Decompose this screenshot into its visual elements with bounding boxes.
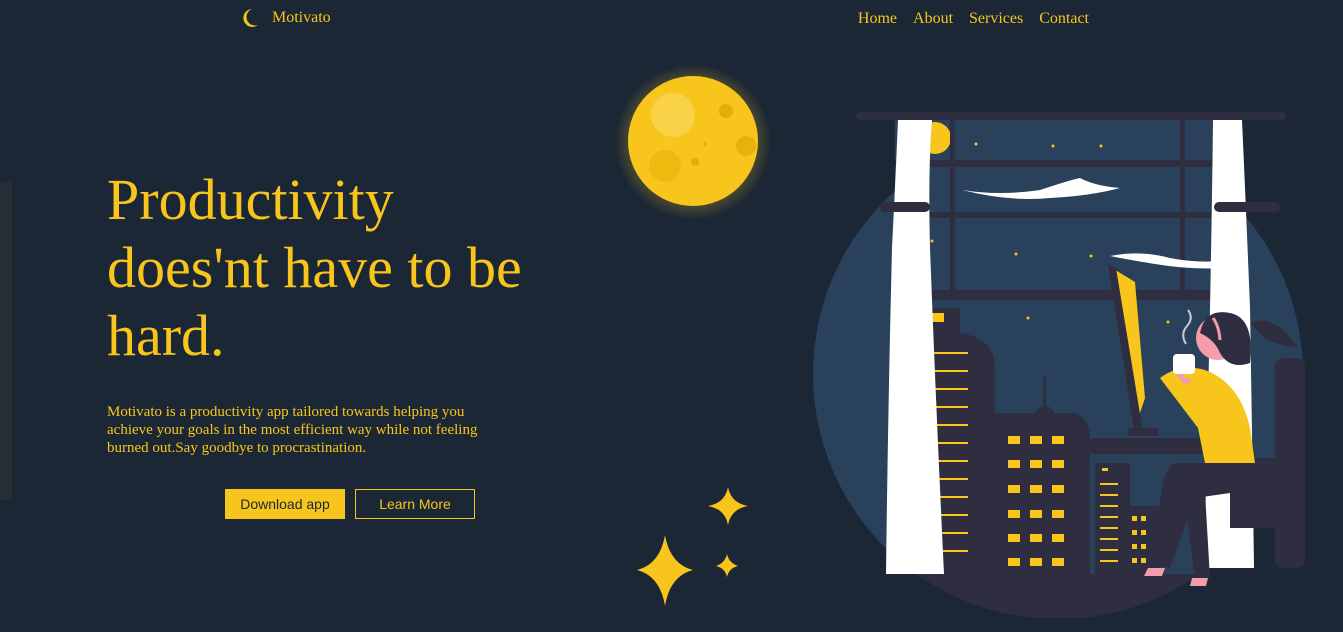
nav-links: Home About Services Contact [858, 10, 1089, 28]
hero-title: Productivity does'nt have to be hard. [107, 167, 522, 368]
left-edge-strip [0, 182, 12, 500]
moon-illustration [615, 64, 771, 220]
brand-name: Motivato [272, 9, 331, 26]
nav-link-about[interactable]: About [913, 10, 953, 28]
nav-link-home[interactable]: Home [858, 10, 897, 28]
sparkle-stars-illustration [637, 487, 748, 606]
hero-description: Motivato is a productivity app tailored … [107, 404, 478, 456]
nav-link-contact[interactable]: Contact [1039, 10, 1089, 28]
woman-working-at-night-illustration [813, 112, 1305, 618]
learn-more-button[interactable]: Learn More [355, 489, 475, 519]
nav-link-services[interactable]: Services [969, 10, 1023, 28]
crescent-moon-icon [243, 9, 258, 27]
logo[interactable]: Motivato [238, 6, 331, 30]
download-app-button[interactable]: Download app [225, 489, 345, 519]
